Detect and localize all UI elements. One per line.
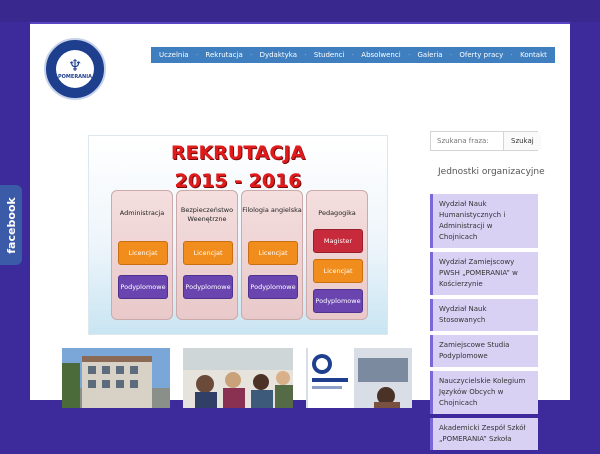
event-photo bbox=[306, 348, 412, 408]
chip-podyplomowe: Podyplomowe bbox=[183, 275, 233, 299]
top-bar bbox=[0, 0, 600, 22]
nav-item-kontakt[interactable]: Kontakt bbox=[520, 51, 547, 59]
sidebar-item-azs[interactable]: Akademicki Zespół Szkół „POMERANIA” Szko… bbox=[430, 418, 538, 450]
program-pedagogika: Pedagogika Magister Licencjat Podyplomow… bbox=[306, 190, 368, 320]
nav-separator: · bbox=[304, 51, 307, 59]
nav-separator: · bbox=[407, 51, 411, 59]
sidebar-item-nkjo[interactable]: Nauczycielskie Kolegium Języków Obcych w… bbox=[430, 371, 538, 414]
chip-licencjat: Licencjat bbox=[118, 241, 168, 265]
program-filologia: Filologia angielska Licencjat Podyplomow… bbox=[241, 190, 303, 320]
nav-item-absolwenci[interactable]: Absolwenci bbox=[361, 51, 400, 59]
chip-licencjat: Licencjat bbox=[183, 241, 233, 265]
banner-years: 2015 - 2016 bbox=[174, 170, 302, 192]
program-administracja: Administracja Licencjat Podyplomowe bbox=[111, 190, 173, 320]
chip-licencjat: Licencjat bbox=[313, 259, 363, 283]
banner-title: REKRUTACJA bbox=[170, 142, 306, 164]
sidebar-item-zsp[interactable]: Zamiejscowe Studia Podyplomowe bbox=[430, 335, 538, 367]
search-input[interactable] bbox=[431, 132, 503, 150]
nav-item-dydaktyka[interactable]: Dydaktyka bbox=[260, 51, 297, 59]
program-bezpieczenstwo: Bezpieczeństwo Weenętrzne Licencjat Pody… bbox=[176, 190, 238, 320]
chip-podyplomowe: Podyplomowe bbox=[248, 275, 298, 299]
nav-separator: · bbox=[449, 51, 453, 59]
classroom-photo bbox=[183, 348, 293, 408]
university-logo[interactable]: ♆ POMERANIA bbox=[44, 38, 106, 100]
logo-emblem: ♆ POMERANIA bbox=[56, 50, 94, 88]
program-label: Pedagogika bbox=[318, 209, 356, 217]
sidebar-item-wnhia[interactable]: Wydział Nauk Humanistycznych i Administr… bbox=[430, 194, 538, 248]
logo-text: POMERANIA bbox=[58, 74, 92, 80]
chip-podyplomowe: Podyplomowe bbox=[313, 289, 363, 313]
main-nav: Uczelnia · Rekrutacja · Dydaktyka · Stud… bbox=[151, 47, 555, 63]
program-label: Bezpieczeństwo Weenętrzne bbox=[180, 206, 234, 223]
facebook-label: facebook bbox=[4, 196, 18, 254]
nav-item-oferty-pracy[interactable]: Oferty pracy bbox=[459, 51, 503, 59]
griffin-icon: ♆ bbox=[67, 56, 83, 75]
gallery-thumbnails bbox=[62, 348, 412, 408]
nav-separator: · bbox=[250, 51, 253, 59]
chip-magister: Magister bbox=[313, 229, 363, 253]
nav-item-uczelnia[interactable]: Uczelnia bbox=[159, 51, 189, 59]
nav-item-galeria[interactable]: Galeria bbox=[417, 51, 442, 59]
facebook-tab[interactable]: facebook bbox=[0, 185, 22, 265]
program-label: Administracja bbox=[119, 209, 165, 217]
nav-separator: · bbox=[195, 51, 199, 59]
sidebar-item-wz-koscierzyna[interactable]: Wydział Zamiejscowy PWSH „POMERANIA” w K… bbox=[430, 252, 538, 295]
thumbnail-event[interactable] bbox=[306, 348, 412, 408]
search-form: Szukaj bbox=[430, 131, 541, 151]
nav-item-studenci[interactable]: Studenci bbox=[314, 51, 345, 59]
page-container: ♆ POMERANIA Uczelnia · Rekrutacja · Dyda… bbox=[30, 22, 570, 450]
thumbnail-classroom[interactable] bbox=[183, 348, 293, 408]
chip-podyplomowe: Podyplomowe bbox=[118, 275, 168, 299]
chip-licencjat: Licencjat bbox=[248, 241, 298, 265]
nav-separator: · bbox=[510, 51, 513, 59]
nav-separator: · bbox=[351, 51, 354, 59]
sidebar-item-wns[interactable]: Wydział Nauk Stosowanych bbox=[430, 299, 538, 331]
sidebar-list: Wydział Nauk Humanistycznych i Administr… bbox=[430, 194, 538, 454]
building-photo bbox=[62, 348, 170, 408]
recruitment-banner[interactable]: REKRUTACJA 2015 - 2016 Administracja Lic… bbox=[88, 135, 388, 335]
nav-item-rekrutacja[interactable]: Rekrutacja bbox=[205, 51, 242, 59]
thumbnail-building[interactable] bbox=[62, 348, 170, 408]
program-label: Filologia angielska bbox=[242, 206, 302, 214]
sidebar-title: Jednostki organizacyjne bbox=[438, 167, 545, 177]
search-button[interactable]: Szukaj bbox=[503, 132, 541, 150]
